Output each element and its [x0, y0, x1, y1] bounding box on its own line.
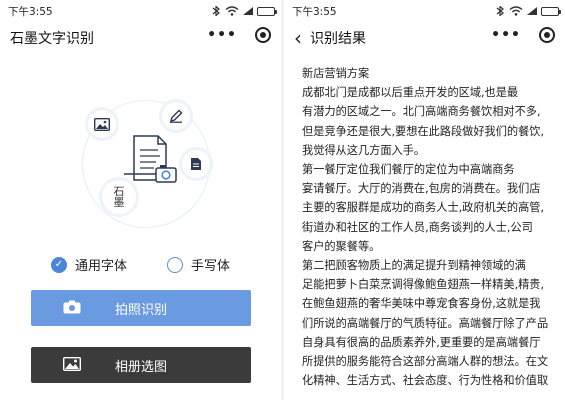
option-label: 手写体 [191, 259, 231, 274]
more-icon[interactable]: ••• [491, 27, 521, 43]
recognized-text[interactable]: 新店营销方案成都北门是成都以后重点开发的区域,也是最有潜力的区域之一。北门高端商… [302, 64, 560, 390]
ocr-home-screen: 下午3:55 石墨文字识别 ••• 石 墨 ✓ 通用字体 手写体 拍照识别 相册… [0, 0, 281, 400]
bluetooth-icon [496, 6, 504, 16]
text-line: 主要的客服群是成功的商务人士,政府机关的高管, [302, 201, 545, 215]
text-line: 在鲍鱼翅燕的奢华美味中尊宠食客身份,这就是我 [302, 297, 541, 311]
pen-icon [162, 102, 190, 130]
page-title: 石墨文字识别 [10, 31, 94, 47]
text-line: 新店营销方案 [302, 67, 370, 80]
signal-icon [243, 7, 253, 15]
status-bar: 下午3:55 [284, 0, 565, 22]
text-line: 宴请餐厅。大厅的消费在,包房的消费在。我们店 [302, 182, 541, 196]
option-handwriting[interactable]: 手写体 [167, 255, 230, 274]
wifi-icon [225, 6, 239, 16]
status-time: 下午3:55 [8, 5, 53, 18]
text-line: 但是竞争还是很大,要想在此路段做好我们的餐饮, [302, 124, 545, 138]
text-line: 我觉得从这几方面入手。 [302, 143, 426, 157]
camera-icon [63, 300, 81, 314]
document-scan-icon [124, 135, 177, 183]
option-label: 通用字体 [74, 259, 127, 274]
ocr-result-screen: 下午3:55 ‹ 识别结果 ••• 新店营销方案成都北门是成都以后重点开发的区域… [284, 0, 565, 400]
text-line: 第二把顾客物质上的满足提升到精神领域的满 [302, 259, 526, 273]
option-general-font[interactable]: ✓ 通用字体 [50, 255, 127, 274]
ocr-illustration: 石 墨 [70, 88, 220, 228]
mini-program-capsule: ••• [491, 27, 555, 43]
status-time: 下午3:55 [292, 5, 337, 18]
close-mini-program-icon[interactable] [539, 27, 555, 43]
text-line: 第一餐厅定位我们餐厅的定位为中高端商务 [302, 163, 515, 177]
text-line: 所提供的服务能符合这部分高端人群的想法。在文 [302, 355, 549, 369]
image-icon [88, 110, 116, 138]
status-bar: 下午3:55 [0, 0, 281, 22]
signal-icon [527, 7, 537, 15]
status-icons [210, 6, 277, 16]
text-line: 有潜力的区域之一。北门高端商务餐饮相对不多, [302, 105, 541, 119]
radio-unchecked-icon[interactable] [167, 256, 183, 273]
battery-icon [257, 6, 277, 16]
checkmark-icon[interactable]: ✓ [50, 256, 67, 273]
nav-bar: ‹ 识别结果 ••• [284, 22, 565, 54]
nav-bar: 石墨文字识别 ••• [0, 22, 281, 54]
text-line: 街道办和社区的工作人员,商务谈判的人士,公司 [302, 220, 533, 234]
more-icon[interactable]: ••• [207, 27, 237, 43]
page-title: 识别结果 [310, 31, 366, 47]
text-line: 们所说的高端餐厅的气质特征。高端餐厅除了产品 [302, 316, 549, 330]
text-line: 成都北门是成都以后重点开发的区域,也是最 [302, 86, 519, 100]
mini-program-capsule: ••• [207, 27, 271, 43]
camera-recognize-button[interactable]: 拍照识别 [31, 290, 251, 326]
text-line: 客户的聚餐等。 [302, 239, 381, 253]
battery-icon [541, 6, 561, 16]
status-icons [494, 6, 561, 16]
image-icon [63, 357, 81, 371]
text-line: 化精神、生活方式、社会态度、行为性格和价值取 [302, 374, 549, 388]
text-line: 自身具有很高的品质素养外,更重要的是高端餐厅 [302, 335, 541, 349]
bluetooth-icon [212, 6, 220, 16]
text-line: 足能把萝卜白菜烹调得像鲍鱼翅燕一样精美,精贵, [302, 278, 545, 292]
close-mini-program-icon[interactable] [255, 27, 271, 43]
album-select-button[interactable]: 相册选图 [31, 347, 251, 383]
font-type-selector: ✓ 通用字体 手写体 [0, 255, 281, 274]
wifi-icon [509, 6, 523, 16]
back-arrow-icon[interactable]: ‹ [294, 28, 302, 48]
